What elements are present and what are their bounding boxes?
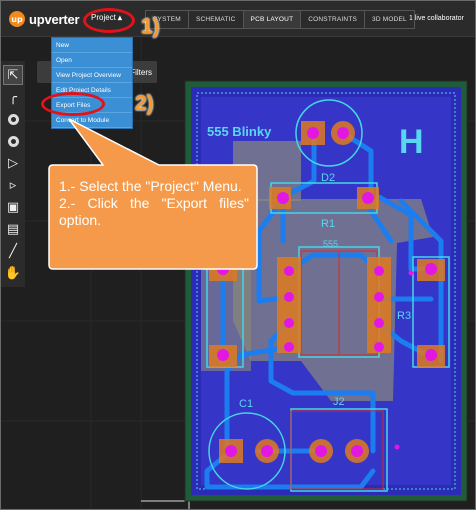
board-title-label: 555 Blinky [207, 124, 272, 139]
label-j2: J2 [333, 396, 345, 408]
upverter-logo-icon: up [9, 11, 25, 27]
tool-palette: ⇱ ╭ ▷ ▹ ▣ ▤ ╱ ✋ [1, 61, 25, 287]
top-bar: up upverter Project ▴ SYSTEM SCHEMATIC P… [1, 1, 475, 37]
tab-pcb-layout[interactable]: PCB LAYOUT [242, 10, 301, 29]
ruler-icon[interactable]: ╱ [3, 241, 23, 261]
tab-3d-model[interactable]: 3D MODEL [364, 10, 415, 29]
pcb-logo: H [399, 123, 424, 161]
via-icon[interactable] [3, 109, 23, 129]
polygon-icon[interactable]: ▷ [3, 153, 23, 173]
menu-item-new[interactable]: New [52, 38, 132, 53]
callout-line-1: 1.- Select the "Project" Menu. [59, 178, 242, 194]
label-r1: R1 [321, 218, 335, 230]
annotation-step-2: 2) [135, 92, 154, 115]
pad-icon[interactable] [3, 131, 23, 151]
menu-item-open[interactable]: Open [52, 53, 132, 68]
callout-text: 1.- Select the "Project" Menu. 2.- Click… [59, 178, 249, 229]
text-icon[interactable]: ▤ [3, 219, 23, 239]
annotation-circle-project [83, 8, 135, 33]
app-window: 555 Blinky H D2 R1 555 R3 C1 J2 up upver… [0, 0, 476, 510]
route-trace-icon[interactable]: ╭ [3, 87, 23, 107]
live-collaborator-indicator[interactable]: 1 live collaborator [409, 15, 464, 22]
menu-item-view-project-overview[interactable]: View Project Overview [52, 68, 132, 83]
annotation-step-1: 1) [141, 15, 160, 38]
upverter-logo[interactable]: up upverter [9, 11, 80, 27]
annotation-circle-export [41, 92, 105, 116]
app-name: upverter [29, 11, 80, 27]
tab-schematic[interactable]: SCHEMATIC [187, 10, 243, 29]
callout-line-2: 2.- Click the "Export files" option. [59, 195, 249, 228]
keepout-icon[interactable]: ▹ [3, 175, 23, 195]
image-icon[interactable]: ▣ [3, 197, 23, 217]
label-r3: R3 [397, 310, 411, 322]
hand-pan-icon[interactable]: ✋ [3, 263, 23, 283]
label-c1: C1 [239, 398, 253, 410]
tab-constraints[interactable]: CONSTRAINTS [300, 10, 365, 29]
label-u1: 555 [323, 239, 338, 249]
view-tabs: SYSTEM SCHEMATIC PCB LAYOUT CONSTRAINTS … [145, 10, 415, 29]
select-arrow-icon[interactable]: ⇱ [3, 65, 23, 85]
label-d2: D2 [321, 172, 335, 184]
